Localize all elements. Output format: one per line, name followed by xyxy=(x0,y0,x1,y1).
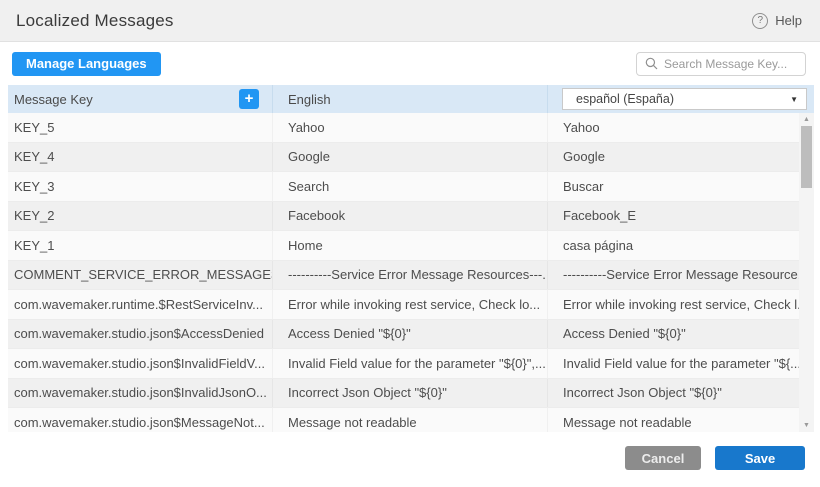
table-row[interactable]: KEY_4 Google Google xyxy=(8,143,814,173)
translation-cell[interactable]: Buscar xyxy=(547,172,814,201)
table-row[interactable]: KEY_2 Facebook Facebook_E xyxy=(8,202,814,232)
table-row[interactable]: com.wavemaker.runtime.$RestServiceInv...… xyxy=(8,290,814,320)
table-row[interactable]: com.wavemaker.studio.json$MessageNot... … xyxy=(8,408,814,432)
message-key-cell[interactable]: KEY_5 xyxy=(8,113,272,142)
translation-cell[interactable]: Invalid Field value for the parameter "$… xyxy=(547,349,814,378)
scrollbar-thumb[interactable] xyxy=(801,126,812,188)
message-key-cell[interactable]: KEY_1 xyxy=(8,231,272,260)
english-cell[interactable]: ----------Service Error Message Resource… xyxy=(272,261,547,290)
scroll-down-icon[interactable]: ▼ xyxy=(799,419,814,432)
language-select[interactable]: español (España) ▼ xyxy=(562,88,807,110)
translation-cell[interactable]: Access Denied "${0}" xyxy=(547,320,814,349)
translation-cell[interactable]: Yahoo xyxy=(547,113,814,142)
translation-cell[interactable]: Error while invoking rest service, Check… xyxy=(547,290,814,319)
message-key-label: Message Key xyxy=(14,92,93,107)
message-key-cell[interactable]: com.wavemaker.studio.json$AccessDenied xyxy=(8,320,272,349)
english-cell[interactable]: Error while invoking rest service, Check… xyxy=(272,290,547,319)
table-row[interactable]: KEY_3 Search Buscar xyxy=(8,172,814,202)
help-button[interactable]: ? Help xyxy=(752,13,802,29)
message-key-cell[interactable]: KEY_4 xyxy=(8,143,272,172)
english-cell[interactable]: Yahoo xyxy=(272,113,547,142)
help-label: Help xyxy=(775,13,802,28)
search-icon xyxy=(645,57,658,70)
column-header-english: English xyxy=(272,85,547,113)
table-row[interactable]: KEY_5 Yahoo Yahoo xyxy=(8,113,814,143)
column-header-message-key: Message Key + xyxy=(8,85,272,113)
table-row[interactable]: com.wavemaker.studio.json$AccessDenied A… xyxy=(8,320,814,350)
translation-cell[interactable]: Google xyxy=(547,143,814,172)
cancel-button[interactable]: Cancel xyxy=(625,446,701,470)
translation-cell[interactable]: ----------Service Error Message Resource… xyxy=(547,261,814,290)
scroll-up-icon[interactable]: ▲ xyxy=(799,113,814,126)
help-icon: ? xyxy=(752,13,768,29)
translation-cell[interactable]: casa página xyxy=(547,231,814,260)
top-bar: Localized Messages ? Help xyxy=(0,0,820,42)
english-cell[interactable]: Home xyxy=(272,231,547,260)
table-header-row: Message Key + English español (España) ▼ xyxy=(8,85,814,113)
message-key-cell[interactable]: com.wavemaker.studio.json$InvalidJsonO..… xyxy=(8,379,272,408)
language-select-value: español (España) xyxy=(576,92,674,106)
localized-messages-table: Message Key + English español (España) ▼… xyxy=(8,85,814,432)
page-title: Localized Messages xyxy=(16,11,174,31)
english-cell[interactable]: Incorrect Json Object "${0}" xyxy=(272,379,547,408)
english-cell[interactable]: Google xyxy=(272,143,547,172)
message-key-cell[interactable]: com.wavemaker.studio.json$MessageNot... xyxy=(8,408,272,432)
english-cell[interactable]: Invalid Field value for the parameter "$… xyxy=(272,349,547,378)
table-row[interactable]: com.wavemaker.studio.json$InvalidFieldV.… xyxy=(8,349,814,379)
search-input[interactable] xyxy=(664,57,797,71)
table-row[interactable]: com.wavemaker.studio.json$InvalidJsonO..… xyxy=(8,379,814,409)
table-row[interactable]: KEY_1 Home casa página xyxy=(8,231,814,261)
column-header-language: español (España) ▼ xyxy=(547,85,814,113)
manage-languages-button[interactable]: Manage Languages xyxy=(12,52,161,76)
translation-cell[interactable]: Incorrect Json Object "${0}" xyxy=(547,379,814,408)
message-key-cell[interactable]: KEY_3 xyxy=(8,172,272,201)
english-cell[interactable]: Access Denied "${0}" xyxy=(272,320,547,349)
add-key-button[interactable]: + xyxy=(239,89,259,109)
table-scrollbar[interactable]: ▲ ▼ xyxy=(799,113,814,432)
translation-cell[interactable]: Facebook_E xyxy=(547,202,814,231)
save-button[interactable]: Save xyxy=(715,446,805,470)
table-row[interactable]: COMMENT_SERVICE_ERROR_MESSAGES ---------… xyxy=(8,261,814,291)
toolbar: Manage Languages xyxy=(0,42,820,85)
message-key-cell[interactable]: com.wavemaker.studio.json$InvalidFieldV.… xyxy=(8,349,272,378)
english-cell[interactable]: Search xyxy=(272,172,547,201)
english-label: English xyxy=(288,92,331,107)
chevron-down-icon: ▼ xyxy=(790,95,798,104)
message-key-cell[interactable]: KEY_2 xyxy=(8,202,272,231)
footer-actions: Cancel Save xyxy=(0,432,820,487)
message-key-cell[interactable]: com.wavemaker.runtime.$RestServiceInv... xyxy=(8,290,272,319)
message-key-cell[interactable]: COMMENT_SERVICE_ERROR_MESSAGES xyxy=(8,261,272,290)
english-cell[interactable]: Message not readable xyxy=(272,408,547,432)
search-box[interactable] xyxy=(636,52,806,76)
translation-cell[interactable]: Message not readable xyxy=(547,408,814,432)
english-cell[interactable]: Facebook xyxy=(272,202,547,231)
plus-icon: + xyxy=(245,90,254,107)
table-body: KEY_5 Yahoo Yahoo KEY_4 Google Google KE… xyxy=(8,113,814,432)
